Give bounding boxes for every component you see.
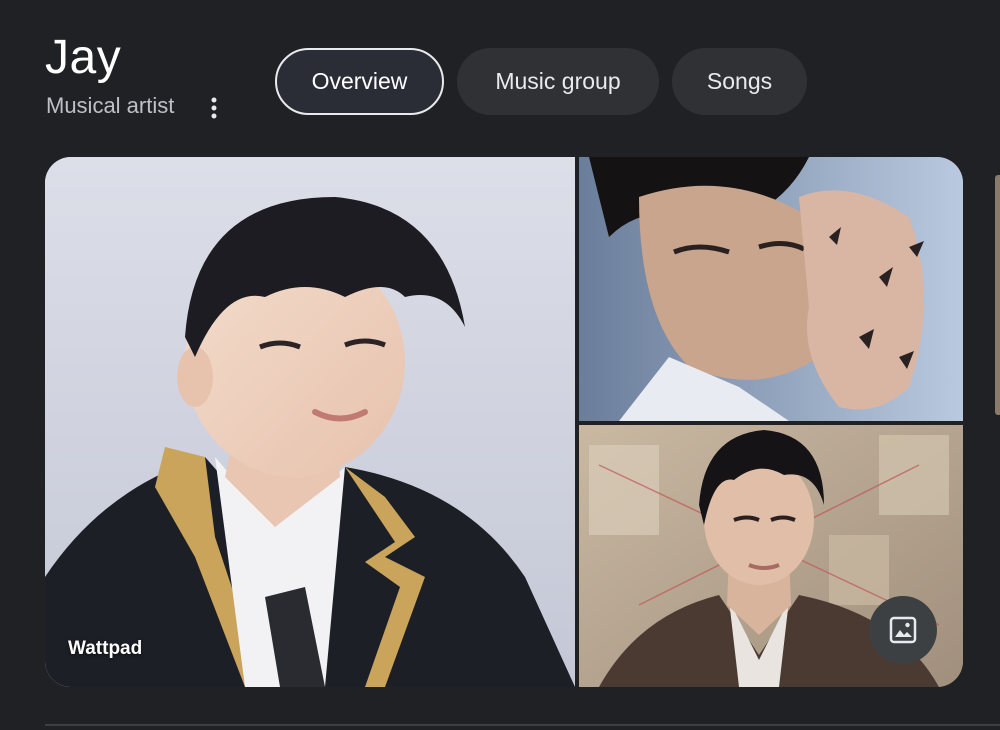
tab-label: Songs <box>706 68 773 94</box>
page-title: Jay <box>45 31 122 84</box>
main-image[interactable] <box>45 157 575 687</box>
portrait-illustration <box>579 157 963 421</box>
tab-music-group[interactable]: Music group <box>457 48 659 115</box>
next-image-peek[interactable] <box>995 175 1000 415</box>
tab-overview[interactable]: Overview <box>275 48 444 115</box>
tab-songs[interactable]: Songs <box>672 48 807 115</box>
image-source-label: Wattpad <box>68 638 143 659</box>
more-vert-icon <box>211 97 217 119</box>
entity-subtitle: Musical artist <box>46 93 175 118</box>
more-options-button[interactable] <box>200 92 228 124</box>
secondary-image-top[interactable] <box>579 157 963 421</box>
knowledge-panel: Jay Musical artist Overview Music group … <box>0 0 1000 730</box>
tab-label: Music group <box>495 68 621 94</box>
tab-label: Overview <box>311 68 408 94</box>
image-search-button[interactable] <box>869 596 937 664</box>
portrait-illustration <box>45 157 575 687</box>
divider <box>45 724 1000 726</box>
image-icon <box>889 616 917 644</box>
